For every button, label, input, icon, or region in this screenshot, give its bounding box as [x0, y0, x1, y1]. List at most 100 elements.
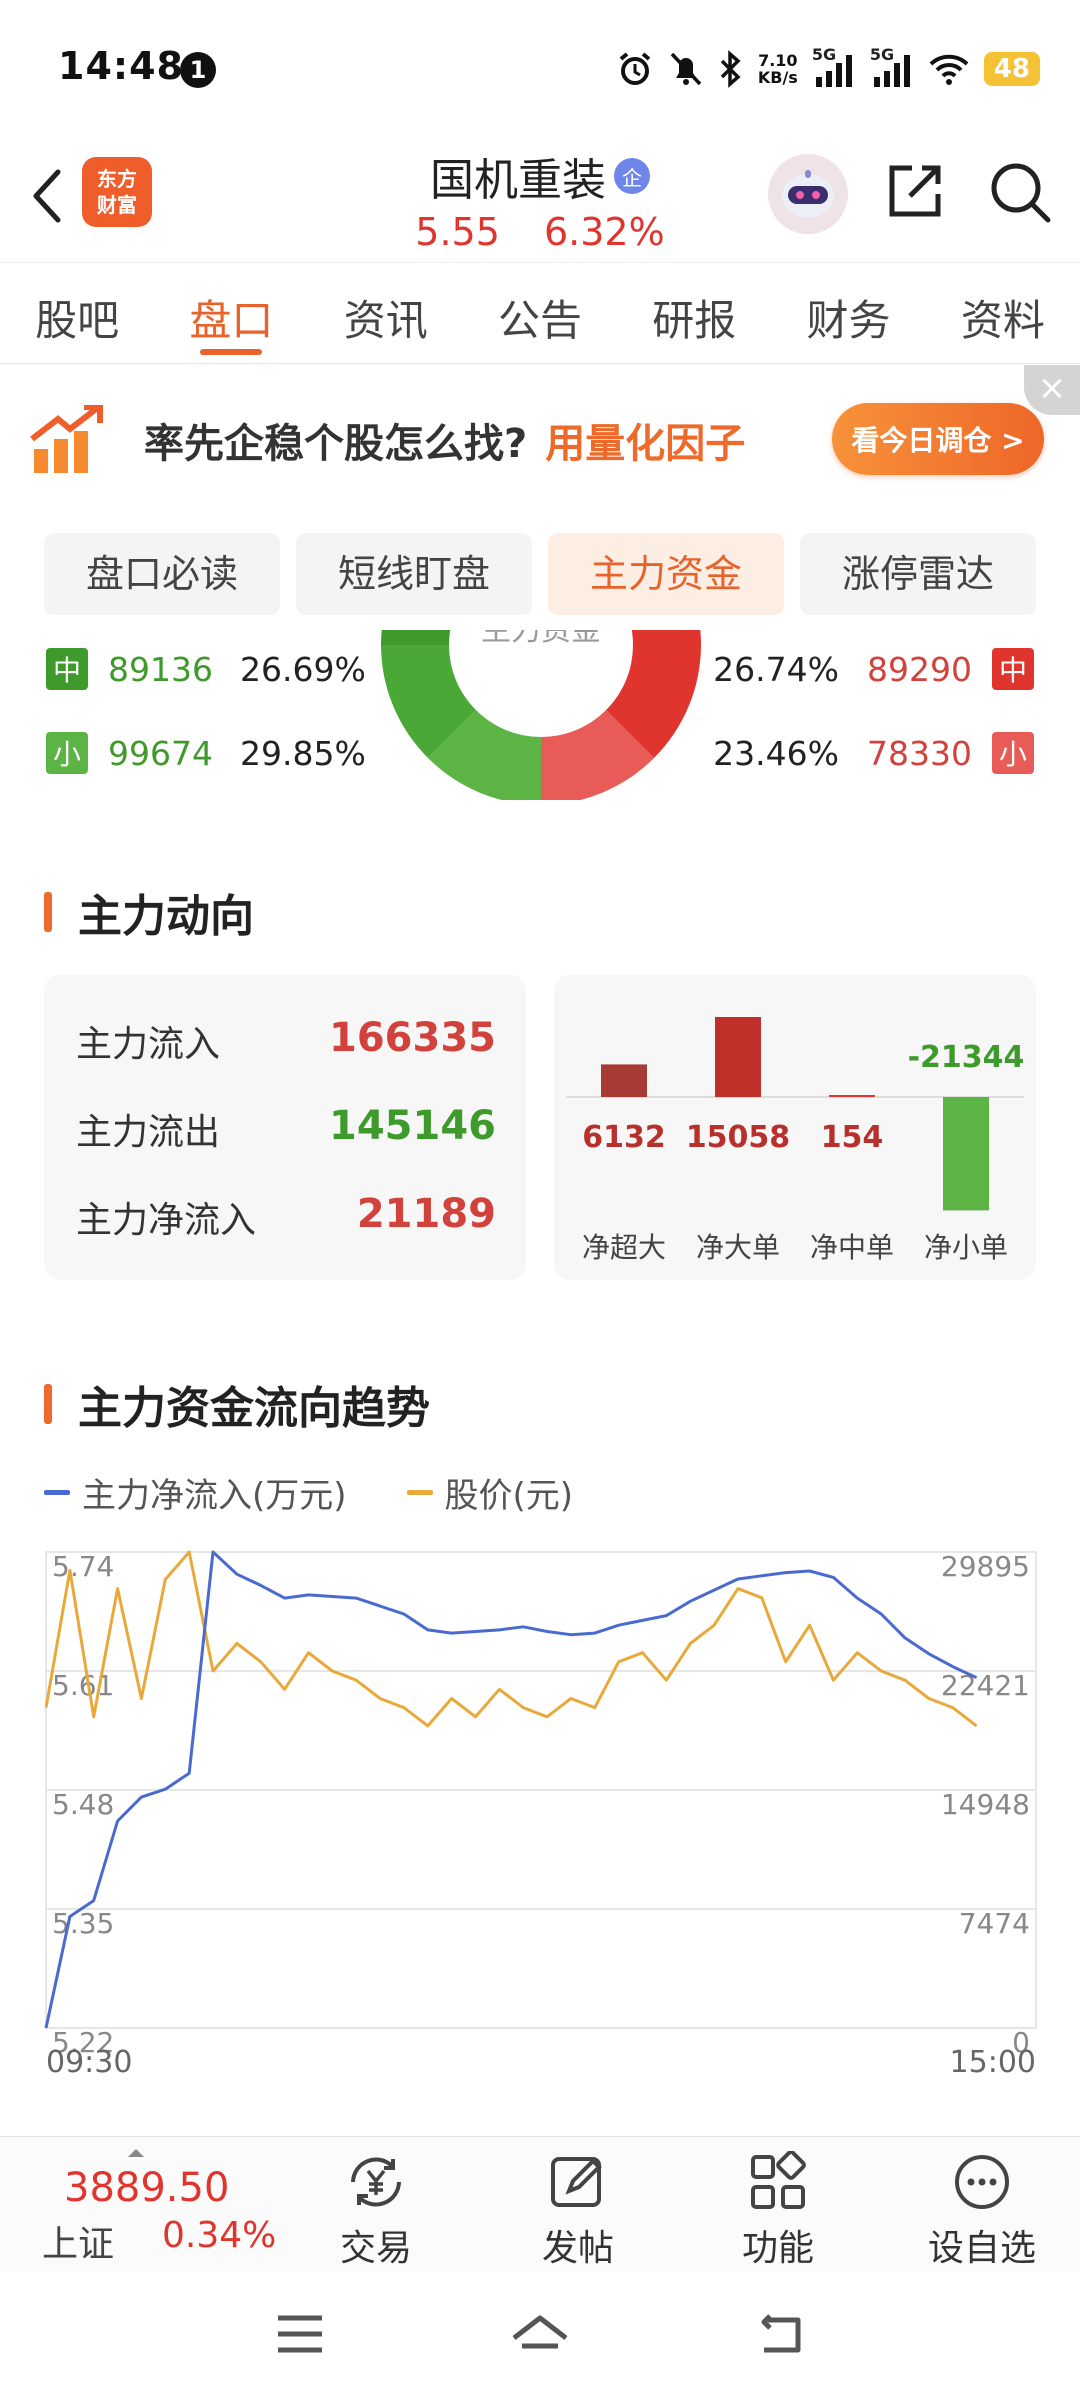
- y-right-tick-label: 14948: [941, 1788, 1030, 1821]
- stock-price: 5.55: [415, 210, 500, 254]
- trend-title: 主力资金流向趋势: [44, 1372, 430, 1436]
- main-tabs: 股吧 盘口 资讯 公告 研报 财务 资料: [0, 262, 1080, 364]
- legend-flow: 主力净流入(万元): [44, 1468, 347, 1517]
- banner-close-icon[interactable]: ×: [1024, 365, 1080, 415]
- net-flow-value-label: 6132: [582, 1120, 666, 1155]
- stock-name: 国机重装: [430, 155, 606, 206]
- more-dots-icon: [955, 2155, 1009, 2209]
- donut-right-small: 23.46% 78330 小: [713, 732, 1034, 774]
- y-left-tick-label: 5.74: [52, 1550, 114, 1583]
- status-icons: 7.10 KB/s 5G 5G 48: [616, 44, 1040, 94]
- main-outflow-row: 主力流出 145146: [76, 1103, 496, 1153]
- battery-indicator: 48: [983, 52, 1040, 86]
- index-value: 3889.50: [64, 2165, 230, 2211]
- subtab-short-term[interactable]: 短线盯盘: [296, 533, 532, 615]
- net-speed: 7.10 KB/s: [757, 51, 798, 87]
- legend-price: 股价(元): [406, 1468, 573, 1517]
- share-icon[interactable]: [882, 160, 946, 224]
- enterprise-badge: 企: [614, 158, 650, 194]
- ai-assistant-avatar[interactable]: [768, 154, 848, 234]
- banner-highlight: 用量化因子: [545, 421, 746, 467]
- trade-button[interactable]: 交易: [306, 2151, 446, 2271]
- tab-research[interactable]: 研报: [617, 263, 771, 363]
- y-left-tick-label: 5.35: [52, 1907, 114, 1940]
- back-nav-icon[interactable]: [756, 2312, 806, 2358]
- donut-left-mid: 中 89136 26.69%: [46, 648, 366, 690]
- tab-pankou[interactable]: 盘口: [154, 263, 308, 363]
- subtab-limit-up-radar[interactable]: 涨停雷达: [800, 533, 1036, 615]
- search-icon[interactable]: [988, 160, 1054, 226]
- x-end-label: 15:00: [950, 2045, 1036, 2080]
- trend-series-line: [44, 1550, 978, 1728]
- net-flow-bar-card: 6132 净超大 15058 净大单 154 净中单 -21344 净小单: [554, 975, 1036, 1280]
- tab-announcements[interactable]: 公告: [463, 263, 617, 363]
- subtab-must-read[interactable]: 盘口必读: [44, 533, 280, 615]
- functions-button[interactable]: 功能: [708, 2151, 848, 2271]
- donut-right-mid: 26.74% 89290 中: [713, 648, 1034, 690]
- main-flow-summary-card: 主力流入 166335 主力流出 145146 主力净流入 21189: [44, 975, 526, 1280]
- view-rebalance-button[interactable]: 看今日调仓 >: [832, 403, 1044, 475]
- system-nav-bar: [0, 2272, 1080, 2400]
- bluetooth-icon: [720, 50, 741, 88]
- status-time: 14:48: [58, 44, 184, 88]
- x-start-label: 09:30: [46, 2045, 132, 2080]
- capital-donut-chart: 主力资金: [381, 630, 701, 800]
- net-flow-category-label: 净超大: [582, 1231, 666, 1264]
- tab-news[interactable]: 资讯: [309, 263, 463, 363]
- net-flow-bar-chart: 6132 净超大 15058 净大单 154 净中单 -21344 净小单: [566, 1017, 1025, 1264]
- net-flow-category-label: 净小单: [924, 1231, 1008, 1264]
- trend-legend: 主力净流入(万元) 股价(元): [44, 1468, 573, 1517]
- banner-text: 率先企稳个股怎么找? 用量化因子: [144, 421, 746, 467]
- index-ticker[interactable]: 3889.50 上证 0.34%: [42, 2165, 282, 2267]
- bottom-toolbar: 3889.50 上证 0.34% 交易 发帖 功能 设自选: [0, 2136, 1080, 2272]
- menu-icon[interactable]: [276, 2312, 324, 2356]
- home-icon[interactable]: [510, 2312, 570, 2358]
- stock-header: 国机重装 企 5.55 6.32% 东方 财富: [0, 140, 1080, 260]
- alarm-icon: [619, 52, 651, 85]
- y-right-tick-label: 7474: [959, 1907, 1030, 1940]
- net-flow-value-label: -21344: [908, 1040, 1025, 1075]
- eastmoney-logo[interactable]: 东方 财富: [82, 157, 152, 227]
- net-flow-bar: [943, 1097, 989, 1211]
- tab-guba[interactable]: 股吧: [0, 263, 154, 363]
- net-flow-category-label: 净大单: [696, 1231, 780, 1264]
- post-button[interactable]: 发帖: [508, 2151, 648, 2271]
- wifi-icon: [929, 54, 969, 85]
- y-right-tick-label: 29895: [941, 1550, 1030, 1583]
- edit-icon: [551, 2157, 602, 2207]
- grid-apps-icon: [751, 2151, 806, 2209]
- donut-center-label: 主力资金: [481, 630, 601, 648]
- tab-finance[interactable]: 财务: [771, 263, 925, 363]
- sub-tabs: 盘口必读 短线盯盘 主力资金 涨停雷达: [44, 533, 1036, 615]
- add-watchlist-button[interactable]: 设自选: [912, 2151, 1052, 2271]
- stock-change-pct: 6.32%: [543, 210, 665, 254]
- main-flow-title: 主力动向: [44, 880, 254, 944]
- back-arrow-icon[interactable]: [22, 160, 72, 230]
- subtab-main-capital[interactable]: 主力资金: [548, 533, 784, 615]
- net-flow-value-label: 15058: [686, 1120, 790, 1155]
- signal-5g-1: 5G: [812, 45, 856, 89]
- robot-icon: [782, 170, 834, 218]
- net-flow-bar: [715, 1017, 761, 1097]
- growth-chart-icon: [30, 405, 103, 473]
- capital-flow-trend-chart: 5.74 298955.61 224215.48 149485.35 74745.22 0…: [44, 1550, 1037, 2080]
- y-right-tick-label: 22421: [941, 1669, 1030, 1702]
- signal-5g-2: 5G: [870, 45, 914, 89]
- expand-caret-icon[interactable]: [128, 2149, 144, 2157]
- mute-bell-icon: [670, 52, 702, 86]
- yuan-trade-icon: [351, 2157, 401, 2207]
- y-left-tick-label: 5.48: [52, 1788, 114, 1821]
- status-bar: 14:48 1 7.10 KB/s 5G 5G 48: [0, 0, 1080, 140]
- main-inflow-row: 主力流入 166335: [76, 1015, 496, 1065]
- net-flow-bar: [601, 1064, 647, 1097]
- net-flow-value-label: 154: [821, 1120, 884, 1155]
- tab-profile[interactable]: 资料: [926, 263, 1080, 363]
- index-name: 上证: [42, 2224, 115, 2265]
- net-flow-bar: [829, 1095, 875, 1097]
- net-flow-category-label: 净中单: [810, 1231, 894, 1264]
- index-change-pct: 0.34%: [162, 2215, 277, 2256]
- main-net-inflow-row: 主力净流入 21189: [76, 1191, 496, 1241]
- promo-banner[interactable]: × 率先企稳个股怎么找? 用量化因子 看今日调仓 >: [0, 365, 1080, 505]
- notification-badge: 1: [180, 52, 216, 88]
- y-left-tick-label: 5.61: [52, 1669, 114, 1702]
